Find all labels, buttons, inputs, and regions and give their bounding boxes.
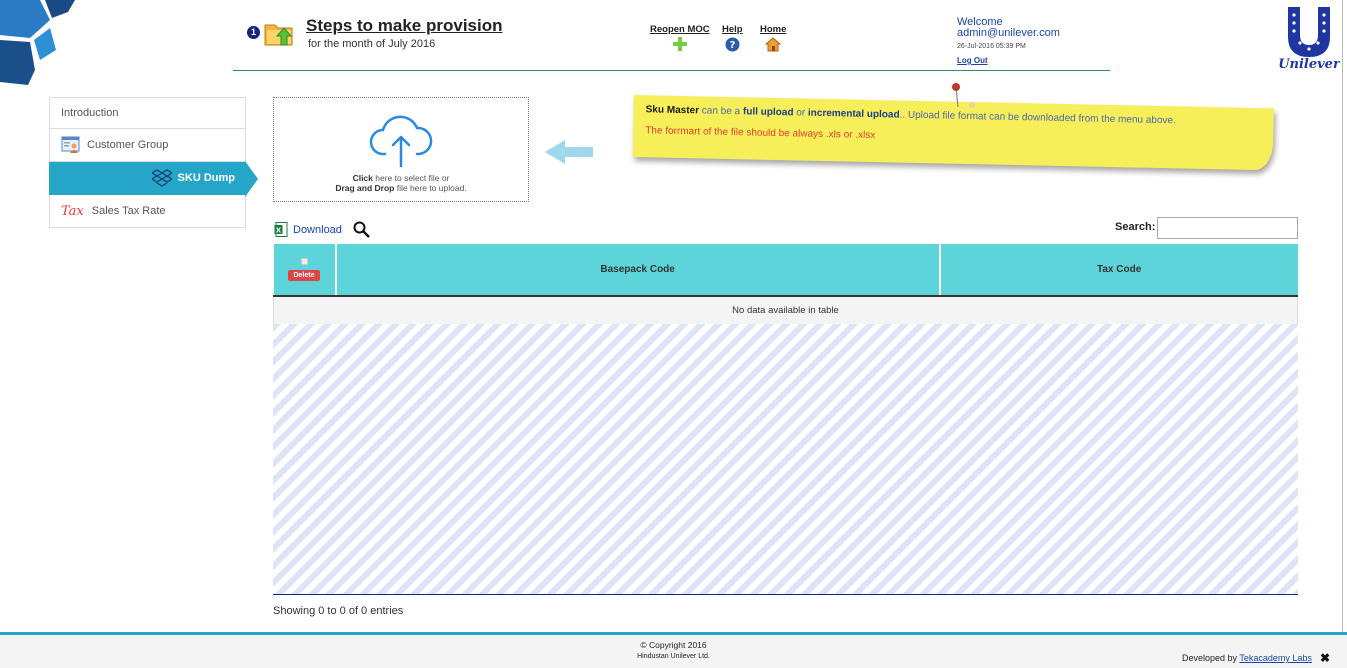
help-link[interactable]: Help ? [722,24,743,52]
sidebar-item-customer-group[interactable]: Customer Group [49,129,246,162]
sidebar-nav: Introduction Customer Group SKU Dump Tax [49,97,258,228]
sku-table: Delete Basepack Code Tax Code No data av… [273,244,1298,325]
table-row: No data available in table [273,295,1298,325]
reopen-moc-label: Reopen MOC [650,24,710,35]
column-header-tax-code[interactable]: Tax Code [938,244,1298,297]
select-column-header: Delete [273,244,336,297]
table-info: Showing 0 to 0 of 0 entries [273,605,404,617]
login-datetime: 26-Jul-2016 05:39 PM [957,43,1026,50]
user-email: admin@unilever.com [957,27,1060,39]
sidebar-item-sku-dump[interactable]: SKU Dump [49,161,258,197]
home-icon [765,37,782,52]
copyright-text: Copyright 2016 [648,640,707,650]
footer: © Copyright 2016 Hindustan Unilever Ltd.… [0,632,1347,668]
copyright-icon: © [640,640,649,650]
reopen-moc-link[interactable]: Reopen MOC [650,24,710,51]
close-icon[interactable]: ✖ [1320,651,1330,665]
upload-instruction-1: Click here to select file or [352,173,450,183]
home-link[interactable]: Home [760,24,786,52]
select-all-checkbox[interactable] [300,258,308,265]
sticky-note: Sku Master can be a full upload or incre… [632,83,1279,180]
download-link[interactable]: X Download [274,222,342,237]
sidebar-item-label: Customer Group [87,139,169,151]
page-title: Steps to make provision [306,16,503,35]
unilever-logo: Unilever [1278,7,1340,71]
header-divider [233,70,1110,71]
search-label: Search: [1115,221,1156,233]
table-header-row: Delete Basepack Code Tax Code [273,244,1298,297]
svg-text:X: X [276,227,282,235]
note-line-2: The forrmart of the file should be alway… [645,125,876,142]
user-info: Welcome admin@unilever.com 26-Jul-2016 0… [957,17,1060,66]
customer-group-icon [61,136,81,154]
page-subtitle: for the month of July 2016 [308,38,436,50]
upload-instruction-2: Drag and Drop file here to upload. [335,183,467,193]
developer-credit: Developed by Tekacademy Labs [1182,653,1312,663]
folder-upload-icon [264,24,293,46]
search-input[interactable] [1157,217,1298,239]
sidebar-item-label: Sales Tax Rate [91,205,166,217]
organization-name: Hindustan Unilever Ltd. [637,653,710,660]
developed-by-text: Developed by [1182,653,1238,663]
empty-table-message: No data available in table [273,295,1298,325]
logo-wordmark: Unilever [1278,57,1340,71]
table-scroll-area [273,324,1298,595]
svg-text:?: ? [729,40,735,51]
help-label: Help [722,24,743,35]
logout-link[interactable]: Log Out [957,55,1060,66]
column-header-basepack-code[interactable]: Basepack Code [334,244,940,297]
step-badge: 1 [247,26,260,39]
copyright: © Copyright 2016 Hindustan Unilever Ltd. [0,640,1347,662]
corner-decoration [0,0,75,85]
file-upload-dropzone[interactable]: Click here to select file or Drag and Dr… [273,97,529,202]
help-icon: ? [725,37,740,52]
sidebar-item-label: Introduction [61,107,119,119]
developer-link[interactable]: Tekacademy Labs [1239,653,1312,663]
cloud-upload-icon [369,115,433,168]
arrow-left-icon [545,140,593,164]
plus-icon [672,37,687,51]
tax-icon: Tax [61,203,84,219]
page-edge [1342,0,1343,632]
sidebar-item-label: SKU Dump [177,172,235,184]
dropbox-icon [151,169,172,187]
excel-icon: X [274,222,288,237]
search-icon[interactable] [353,221,370,238]
download-label: Download [293,223,342,236]
sidebar-item-sales-tax-rate[interactable]: Tax Sales Tax Rate [49,195,246,228]
delete-button[interactable]: Delete [288,270,320,281]
pushpin-icon [952,83,975,108]
home-label: Home [760,24,787,35]
sidebar-item-introduction[interactable]: Introduction [49,97,246,129]
